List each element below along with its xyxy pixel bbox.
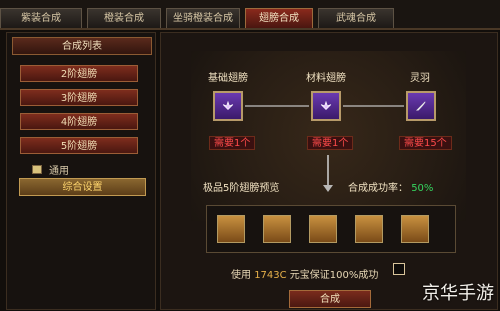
feather-label: 灵羽 [410, 73, 430, 84]
tab-mount-orange[interactable]: 坐骑橙装合成 [166, 8, 240, 28]
wing-icon [320, 100, 332, 110]
feather-icon [415, 101, 426, 111]
preview-slot-4[interactable] [355, 215, 383, 243]
down-line [327, 155, 329, 185]
feather-need: 需要15个 [399, 136, 452, 150]
preview-slot-1[interactable] [217, 215, 245, 243]
left-panel: 合成列表 2阶翅膀 3阶翅膀 4阶翅膀 5阶翅膀 通用 综合设置 [6, 32, 156, 310]
cost-value: 1743C [254, 270, 287, 281]
wing-icon [222, 100, 234, 110]
connector-right [343, 105, 404, 107]
success-rate-label: 合成成功率： [348, 183, 408, 194]
wing-tier-2-button[interactable]: 2阶翅膀 [20, 65, 138, 82]
cost-suffix: 元宝保证100%成功 [286, 270, 379, 281]
preview-slot-5[interactable] [401, 215, 429, 243]
use-icon [32, 165, 42, 174]
use-label: 通用 [49, 166, 69, 177]
tab-orange-equipment[interactable]: 橙装合成 [87, 8, 161, 28]
preview-frame [206, 205, 456, 253]
guarantee-checkbox[interactable] [393, 263, 405, 275]
success-rate-value: 50% [411, 183, 434, 194]
connector-left [245, 105, 309, 107]
base-wing-slot[interactable] [213, 91, 243, 121]
watermark: 京华手游 [422, 283, 494, 304]
wing-tier-5-button[interactable]: 5阶翅膀 [20, 137, 138, 154]
tab-bar: 紫装合成 橙装合成 坐骑橙装合成 翅膀合成 武魂合成 [0, 0, 500, 30]
tab-weapon-soul[interactable]: 武魂合成 [318, 8, 394, 28]
tab-purple-equipment[interactable]: 紫装合成 [0, 8, 82, 28]
cost-prefix: 使用 [231, 270, 255, 281]
down-arrow [323, 185, 333, 192]
cost-line: 使用 1743C 元宝保证100%成功 [231, 266, 378, 281]
settings-button[interactable]: 综合设置 [19, 178, 146, 196]
success-rate: 合成成功率： 50% [348, 179, 433, 194]
base-wing-label: 基础翅膀 [208, 73, 248, 84]
tab-wing-synthesis[interactable]: 翅膀合成 [245, 8, 313, 28]
preview-slot-2[interactable] [263, 215, 291, 243]
synthesize-button[interactable]: 合成 [289, 290, 371, 308]
material-wing-slot[interactable] [311, 91, 341, 121]
wing-tier-4-button[interactable]: 4阶翅膀 [20, 113, 138, 130]
material-wing-label: 材料翅膀 [306, 73, 346, 84]
feather-slot[interactable] [406, 91, 436, 121]
synthesis-panel: 基础翅膀 材料翅膀 灵羽 需要1个 需要1个 需要15个 极品5阶翅膀预览 合成… [160, 32, 498, 310]
wing-tier-3-button[interactable]: 3阶翅膀 [20, 89, 138, 106]
preview-slot-3[interactable] [309, 215, 337, 243]
base-wing-need: 需要1个 [209, 136, 256, 150]
preview-label: 极品5阶翅膀预览 [203, 183, 280, 194]
synthesis-list-header: 合成列表 [12, 37, 152, 55]
material-wing-need: 需要1个 [307, 136, 354, 150]
